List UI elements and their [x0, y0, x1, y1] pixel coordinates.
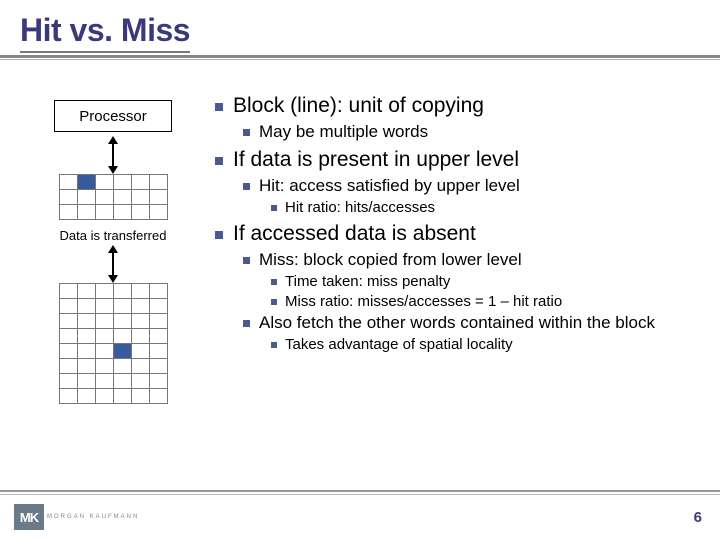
lower-level-memory [59, 283, 168, 404]
bullet-icon [215, 157, 223, 165]
title-rule-thin [0, 59, 720, 60]
bullet-text: Block (line): unit of copying [233, 94, 484, 117]
memory-hierarchy-diagram: Processor Data is transferred [28, 100, 198, 412]
bullet-data-present: If data is present in upper level [215, 148, 708, 172]
slide-title-bar: Hit vs. Miss [20, 12, 720, 53]
bullet-icon [243, 257, 250, 264]
bullet-text: Takes advantage of spatial locality [285, 336, 513, 353]
bullet-miss-penalty: Time taken: miss penalty [271, 273, 708, 290]
bullet-text: Hit: access satisfied by upper level [259, 176, 520, 195]
bullet-text: Time taken: miss penalty [285, 273, 450, 290]
logo-text: MORGAN KAUFMANN [47, 514, 139, 520]
arrow-up-down-bottom [28, 251, 198, 283]
bullet-miss: Miss: block copied from lower level [243, 250, 708, 270]
title-rule [0, 55, 720, 58]
bullet-block-line: Block (line): unit of copying [215, 94, 708, 118]
publisher-logo: MK MORGAN KAUFMANN [14, 504, 139, 530]
bullet-icon [271, 342, 277, 348]
bullet-text: Miss ratio: misses/accesses = 1 – hit ra… [285, 293, 562, 310]
footer-rule [0, 490, 720, 492]
bullet-multiple-words: May be multiple words [243, 122, 708, 142]
bullet-icon [271, 205, 277, 211]
bullet-text: If accessed data is absent [233, 222, 476, 245]
bullet-hit-ratio: Hit ratio: hits/accesses [271, 199, 708, 216]
bullet-text: May be multiple words [259, 122, 428, 141]
bullet-icon [243, 129, 250, 136]
bullet-icon [243, 183, 250, 190]
bullet-icon [271, 279, 277, 285]
bullet-text: If data is present in upper level [233, 148, 519, 171]
bullet-miss-ratio: Miss ratio: misses/accesses = 1 – hit ra… [271, 293, 708, 310]
slide-title: Hit vs. Miss [20, 12, 190, 53]
bullet-icon [243, 320, 250, 327]
footer-rule-thin [0, 494, 720, 495]
bullet-data-absent: If accessed data is absent [215, 222, 708, 246]
slide-body: Block (line): unit of copying May be mul… [215, 88, 708, 356]
bullet-text: Miss: block copied from lower level [259, 250, 522, 269]
bullet-text: Also fetch the other words contained wit… [259, 313, 655, 332]
bullet-text: Hit ratio: hits/accesses [285, 199, 435, 216]
transfer-caption: Data is transferred [28, 228, 198, 243]
bullet-spatial-locality: Takes advantage of spatial locality [271, 336, 708, 353]
bullet-hit: Hit: access satisfied by upper level [243, 176, 708, 196]
processor-box: Processor [54, 100, 172, 132]
logo-badge: MK [14, 504, 44, 530]
arrow-up-down-top [28, 142, 198, 174]
bullet-icon [215, 231, 223, 239]
page-number: 6 [694, 509, 702, 526]
bullet-fetch-block: Also fetch the other words contained wit… [243, 313, 708, 333]
bullet-icon [215, 103, 223, 111]
bullet-icon [271, 299, 277, 305]
upper-level-cache [59, 174, 168, 220]
